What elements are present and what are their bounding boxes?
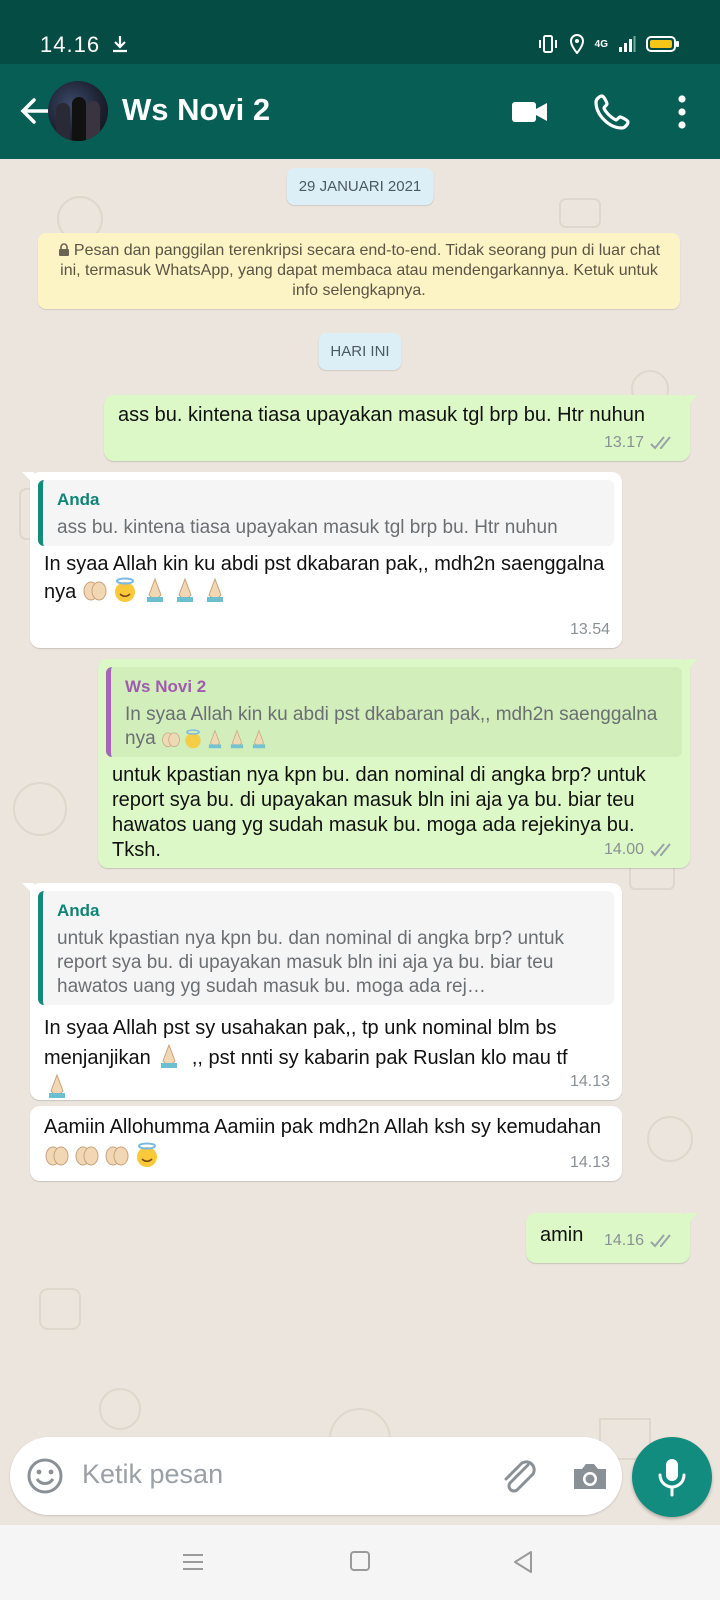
- quoted-emoji-sequence: [161, 728, 271, 749]
- chat-area[interactable]: 29 JANUARI 2021 Pesan dan panggilan tere…: [0, 159, 720, 1525]
- message-composer: Ketik pesan: [10, 1437, 622, 1515]
- quoted-message[interactable]: Ws Novi 2 In syaa Allah kin ku abdi pst …: [106, 667, 682, 757]
- encryption-notice-text: Pesan dan panggilan terenkripsi secara e…: [60, 242, 661, 299]
- camera-icon[interactable]: [570, 1457, 610, 1495]
- message-bubble-outgoing[interactable]: Ws Novi 2 In syaa Allah kin ku abdi pst …: [98, 659, 698, 868]
- message-bubble-incoming[interactable]: Anda untuk kpastian nya kpn bu. dan nomi…: [22, 883, 622, 1100]
- quoted-message[interactable]: Anda untuk kpastian nya kpn bu. dan nomi…: [38, 891, 614, 1005]
- open-hands-emoji-icon: [75, 1146, 99, 1166]
- status-bar: 14.16 4G: [0, 0, 720, 64]
- battery-icon: [646, 36, 679, 52]
- date-pill: 29 JANUARI 2021: [286, 168, 434, 205]
- message-time: 14.13: [569, 1073, 610, 1090]
- open-hands-emoji-icon: [105, 1146, 129, 1166]
- open-hands-emoji-icon: [83, 581, 107, 601]
- message-time: 13.17: [603, 434, 644, 451]
- message-meta: 13.17: [604, 430, 678, 455]
- system-nav-bar: [0, 1525, 720, 1600]
- message-time: 14.00: [603, 841, 644, 858]
- avatar[interactable]: [48, 81, 108, 141]
- contact-name[interactable]: Ws Novi 2: [122, 92, 270, 128]
- message-time: 13.54: [569, 621, 610, 638]
- emoji-icon[interactable]: [26, 1457, 64, 1495]
- folded-hands-emoji-icon: [161, 1043, 178, 1068]
- status-icons: 4G: [537, 34, 680, 54]
- message-meta: 14.16: [604, 1228, 678, 1253]
- double-check-icon: [650, 842, 671, 856]
- quoted-message[interactable]: Anda ass bu. kintena tiasa upayakan masu…: [38, 480, 614, 546]
- encryption-notice[interactable]: Pesan dan panggilan terenkripsi secara e…: [38, 233, 680, 309]
- quoted-sender: Ws Novi 2: [125, 677, 207, 696]
- smiling-face-with-halo-emoji-icon: [114, 577, 135, 602]
- menu-nav-icon[interactable]: [180, 1549, 206, 1575]
- message-input[interactable]: Ketik pesan: [82, 1459, 223, 1490]
- open-hands-emoji-icon: [162, 732, 180, 748]
- message-meta: 13.54: [570, 617, 610, 642]
- message-text-part: ,, pst nnti sy kabarin pak Ruslan klo ma…: [191, 1047, 568, 1069]
- more-vertical-icon[interactable]: [658, 88, 706, 136]
- emoji-sequence: [82, 577, 232, 603]
- folded-hands-emoji-icon: [208, 729, 222, 749]
- signal-icon: [619, 36, 636, 52]
- network-type: 4G: [594, 38, 608, 50]
- folded-hands-emoji-icon: [176, 577, 193, 602]
- double-check-icon: [650, 435, 671, 449]
- open-hands-emoji-icon: [45, 1146, 69, 1166]
- message-time: 14.16: [603, 1232, 644, 1249]
- quoted-sender: Anda: [57, 901, 100, 920]
- video-camera-icon[interactable]: [506, 88, 554, 136]
- phone-icon[interactable]: [588, 88, 636, 136]
- message-text: ass bu. kintena tiasa upayakan masuk tgl…: [118, 404, 645, 426]
- message-bubble-outgoing[interactable]: amin 14.16: [526, 1213, 698, 1263]
- microphone-button[interactable]: [632, 1437, 712, 1517]
- chat-header: Ws Novi 2: [0, 64, 720, 159]
- message-text: Aamiin Allohumma Aamiin pak mdh2n Allah …: [44, 1116, 601, 1138]
- message-meta: 14.00: [604, 837, 678, 862]
- smiling-face-with-halo-emoji-icon: [185, 729, 201, 749]
- lock-icon: [58, 243, 69, 256]
- smiling-face-with-halo-emoji-icon: [137, 1142, 157, 1167]
- paperclip-icon[interactable]: [498, 1459, 538, 1495]
- vibrate-icon: [538, 35, 557, 53]
- microphone-icon: [658, 1459, 686, 1497]
- status-time: 14.16: [40, 32, 101, 57]
- message-bubble-outgoing[interactable]: ass bu. kintena tiasa upayakan masuk tgl…: [104, 395, 698, 461]
- message-bubble-incoming[interactable]: Aamiin Allohumma Aamiin pak mdh2n Allah …: [30, 1106, 622, 1181]
- quoted-text: ass bu. kintena tiasa upayakan masuk tgl…: [57, 517, 558, 538]
- message-meta: 14.13: [570, 1069, 610, 1094]
- quoted-text: untuk kpastian nya kpn bu. dan nominal d…: [57, 928, 565, 997]
- quoted-sender: Anda: [57, 490, 100, 509]
- back-nav-icon[interactable]: [510, 1549, 536, 1575]
- folded-hands-emoji-icon: [49, 1073, 65, 1098]
- message-meta: 14.13: [570, 1150, 610, 1175]
- folded-hands-emoji-icon: [230, 729, 244, 749]
- download-icon: [113, 36, 127, 53]
- folded-hands-emoji-icon: [146, 577, 163, 602]
- location-icon: [569, 34, 584, 54]
- folded-hands-emoji-icon: [252, 729, 266, 749]
- today-pill: HARI INI: [318, 333, 402, 370]
- emoji-sequence: [44, 1142, 164, 1168]
- double-check-icon: [650, 1233, 671, 1247]
- home-nav-icon[interactable]: [348, 1549, 372, 1573]
- message-time: 14.13: [569, 1154, 610, 1171]
- folded-hands-emoji-icon: [206, 577, 223, 602]
- message-text: untuk kpastian nya kpn bu. dan nominal d…: [112, 764, 646, 861]
- message-bubble-incoming[interactable]: Anda ass bu. kintena tiasa upayakan masu…: [22, 472, 622, 648]
